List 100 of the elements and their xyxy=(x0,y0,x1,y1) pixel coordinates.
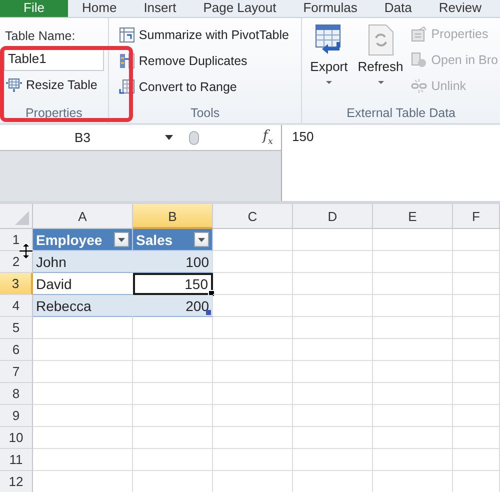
grid-cell[interactable] xyxy=(373,361,453,383)
grid-cell[interactable] xyxy=(33,405,133,427)
column-header[interactable]: C xyxy=(213,204,293,229)
ribbon-tab[interactable]: Formulas xyxy=(290,0,370,17)
grid-cell[interactable] xyxy=(293,317,373,339)
row-header[interactable]: 10 xyxy=(0,427,33,449)
grid-cell[interactable] xyxy=(453,383,500,405)
column-header[interactable]: E xyxy=(373,204,453,229)
grid-cell[interactable] xyxy=(133,405,213,427)
column-header[interactable]: F xyxy=(453,204,500,229)
ribbon-large-button[interactable]: Export xyxy=(306,22,352,105)
ribbon-tab[interactable]: Data xyxy=(371,0,425,17)
column-header[interactable]: A xyxy=(33,204,133,229)
grid-cell[interactable] xyxy=(293,361,373,383)
grid-cell[interactable] xyxy=(33,427,133,449)
row-header[interactable]: 2 xyxy=(0,251,33,273)
grid-cell[interactable] xyxy=(453,317,500,339)
file-tab[interactable]: File xyxy=(0,0,68,17)
table-cell[interactable]: John xyxy=(33,251,133,273)
grid-cell[interactable] xyxy=(33,339,133,361)
table-cell[interactable]: Rebecca xyxy=(33,295,133,317)
grid-cell[interactable] xyxy=(213,229,293,251)
filter-dropdown-button[interactable] xyxy=(114,232,129,247)
grid-cell[interactable] xyxy=(453,427,500,449)
row-header[interactable]: 4 xyxy=(0,295,33,317)
table-cell[interactable]: 100 xyxy=(133,251,213,273)
grid-cell[interactable] xyxy=(293,295,373,317)
grid-cell[interactable] xyxy=(373,339,453,361)
resize-table-button[interactable]: Resize Table xyxy=(4,73,108,97)
grid-cell[interactable] xyxy=(213,405,293,427)
grid-cell[interactable] xyxy=(453,361,500,383)
row-header[interactable]: 3 xyxy=(0,273,33,295)
grid-cell[interactable] xyxy=(453,229,500,251)
table-name-field[interactable]: Table1 xyxy=(4,47,104,71)
ribbon-tab[interactable]: Home xyxy=(69,0,130,17)
grid-cell[interactable] xyxy=(33,317,133,339)
name-box[interactable]: B3 xyxy=(0,125,181,151)
grid-cell[interactable] xyxy=(213,383,293,405)
grid-cell[interactable] xyxy=(213,273,293,295)
row-header[interactable]: 9 xyxy=(0,405,33,427)
ribbon-button[interactable]: Remove Duplicates xyxy=(116,49,302,73)
ribbon-tab[interactable]: Page Layout xyxy=(190,0,290,17)
grid-cell[interactable] xyxy=(133,449,213,471)
table-cell[interactable]: 200 xyxy=(133,295,213,317)
ribbon-tab[interactable]: Insert xyxy=(130,0,190,17)
grid-cell[interactable] xyxy=(373,295,453,317)
row-header[interactable]: 1 xyxy=(0,229,33,251)
row-header[interactable]: 6 xyxy=(0,339,33,361)
grid-cell[interactable] xyxy=(373,251,453,273)
grid-cell[interactable] xyxy=(293,273,373,295)
grid-cell[interactable] xyxy=(453,251,500,273)
filter-dropdown-button[interactable] xyxy=(194,232,209,247)
grid-cell[interactable] xyxy=(133,317,213,339)
grid-cell[interactable] xyxy=(373,317,453,339)
ribbon-button[interactable]: Convert to Range xyxy=(116,75,302,99)
grid-cell[interactable] xyxy=(373,427,453,449)
grid-cell[interactable] xyxy=(33,449,133,471)
grid-cell[interactable] xyxy=(453,339,500,361)
grid-cell[interactable] xyxy=(133,427,213,449)
grid-cell[interactable] xyxy=(33,361,133,383)
grid-cell[interactable] xyxy=(133,339,213,361)
ribbon-tab[interactable]: Review xyxy=(426,0,494,17)
grid-cell[interactable] xyxy=(293,405,373,427)
table-cell[interactable]: 150 xyxy=(133,273,213,295)
grid-cell[interactable] xyxy=(33,383,133,405)
grid-cell[interactable] xyxy=(133,361,213,383)
select-all-corner[interactable] xyxy=(0,204,33,229)
grid-cell[interactable] xyxy=(293,383,373,405)
grid-cell[interactable] xyxy=(453,449,500,471)
row-header[interactable]: 5 xyxy=(0,317,33,339)
grid-cell[interactable] xyxy=(373,405,453,427)
grid-cell[interactable] xyxy=(293,449,373,471)
grid-cell[interactable] xyxy=(453,295,500,317)
row-header[interactable]: 11 xyxy=(0,449,33,471)
grid-cell[interactable] xyxy=(293,339,373,361)
grid-cell[interactable] xyxy=(213,317,293,339)
grid-cell[interactable] xyxy=(213,295,293,317)
grid-cell[interactable] xyxy=(293,229,373,251)
grid-cell[interactable] xyxy=(373,449,453,471)
column-header[interactable]: B xyxy=(133,204,213,229)
row-header[interactable]: 8 xyxy=(0,383,33,405)
grid-cell[interactable] xyxy=(373,229,453,251)
grid-cell[interactable] xyxy=(293,427,373,449)
grid-cell[interactable] xyxy=(133,383,213,405)
ribbon-button[interactable]: Summarize with PivotTable xyxy=(116,23,302,47)
grid-cell[interactable] xyxy=(213,339,293,361)
formula-field[interactable]: 150 xyxy=(281,125,500,201)
ribbon-large-button[interactable]: Refresh xyxy=(354,22,408,105)
grid-cell[interactable] xyxy=(213,427,293,449)
insert-function-button[interactable]: f$_{x}$ xyxy=(262,128,273,147)
column-header[interactable]: D xyxy=(293,204,373,229)
grid-cell[interactable] xyxy=(373,273,453,295)
table-resize-handle[interactable] xyxy=(206,310,211,315)
grid-cell[interactable] xyxy=(213,251,293,273)
table-header-cell[interactable]: Employee xyxy=(33,229,133,251)
splitter-handle[interactable] xyxy=(189,130,199,144)
grid-cell[interactable] xyxy=(213,449,293,471)
grid-cell[interactable] xyxy=(453,273,500,295)
table-header-cell[interactable]: Sales xyxy=(133,229,213,251)
grid-cell[interactable] xyxy=(453,405,500,427)
